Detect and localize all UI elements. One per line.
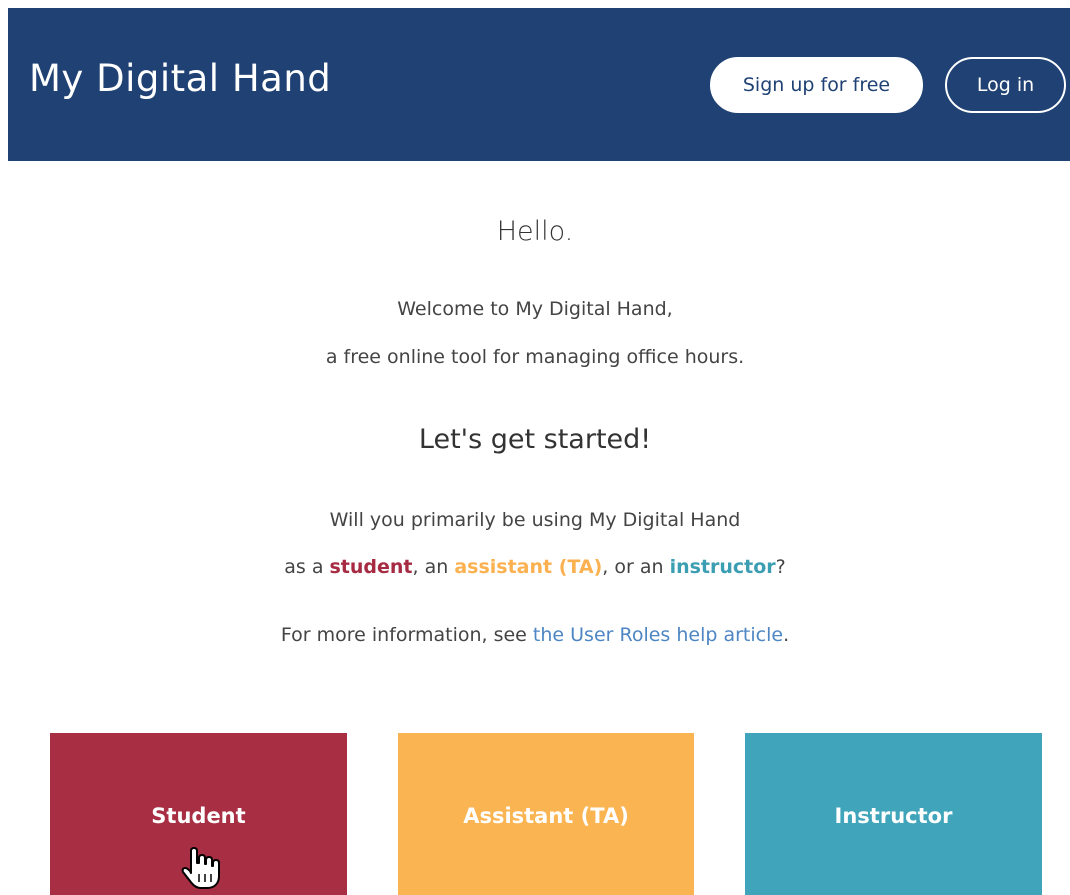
more-info-line: For more information, see the User Roles…	[0, 624, 1070, 646]
assistant-card-label: Assistant (TA)	[463, 804, 629, 828]
instructor-role-card[interactable]: Instructor	[745, 733, 1042, 895]
page: My Digital Hand Sign up for free Log in …	[0, 0, 1070, 895]
more-info-prefix: For more information, see	[280, 624, 533, 646]
assistant-role-text: assistant (TA)	[454, 556, 603, 578]
instructor-role-text: instructor	[669, 556, 776, 578]
signup-button[interactable]: Sign up for free	[710, 57, 923, 113]
question-prefix: as a	[284, 556, 330, 578]
student-card-label: Student	[151, 804, 246, 828]
brand-title[interactable]: My Digital Hand	[29, 60, 331, 97]
user-roles-help-link[interactable]: the User Roles help article	[533, 624, 783, 646]
get-started-heading: Let's get started!	[418, 424, 652, 455]
role-question-line-1: Will you primarily be using My Digital H…	[329, 509, 741, 531]
question-separator-1: , an	[412, 556, 455, 578]
greeting-heading: Hello.	[496, 216, 574, 247]
role-question-line-2: as a student, an assistant (TA), or an i…	[0, 556, 1070, 578]
more-info-suffix: .	[783, 624, 790, 646]
student-role-text: student	[329, 556, 413, 578]
welcome-line-2: a free online tool for managing office h…	[325, 346, 745, 368]
hand-pointer-cursor-icon	[181, 847, 220, 889]
assistant-role-card[interactable]: Assistant (TA)	[398, 733, 694, 895]
instructor-card-label: Instructor	[834, 804, 953, 828]
site-header: My Digital Hand Sign up for free Log in	[8, 8, 1070, 161]
question-separator-2: , or an	[602, 556, 670, 578]
welcome-line-1: Welcome to My Digital Hand,	[397, 298, 673, 320]
login-button[interactable]: Log in	[945, 57, 1066, 113]
question-suffix: ?	[775, 556, 786, 578]
